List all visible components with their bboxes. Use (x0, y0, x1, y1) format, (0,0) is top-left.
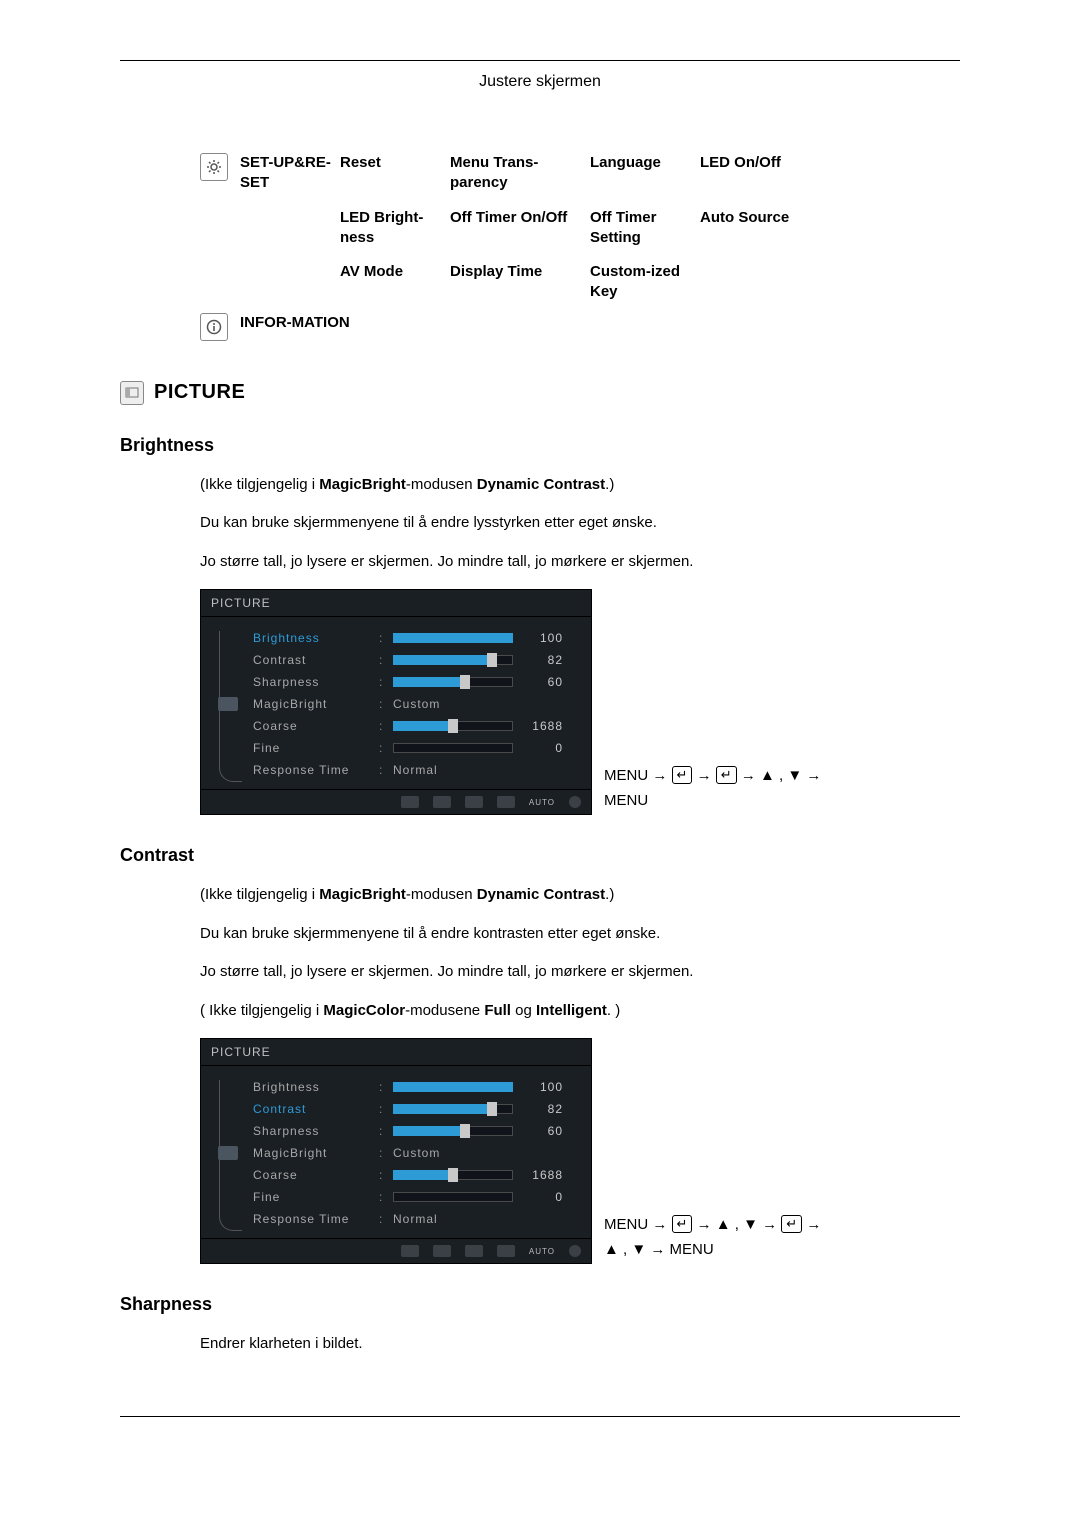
osd-item: Brightness:100 (253, 1076, 579, 1098)
setup-block: SET-UP&RE-SET Reset Menu Trans-parency L… (200, 153, 960, 303)
osd-item: Response Time:Normal (253, 1208, 579, 1230)
setup-cell: SET-UP&RE-SET (240, 153, 340, 194)
info-icon (200, 313, 228, 341)
osd-nav-icon (465, 796, 483, 808)
setup-cell: Menu Trans-parency (450, 153, 590, 194)
picture-section-title: PICTURE (154, 381, 245, 404)
osd-nav-icon (401, 796, 419, 808)
osd-power-icon (569, 1245, 581, 1257)
osd-footer-icons: AUTO (201, 789, 591, 814)
osd-nav-icon (497, 796, 515, 808)
setup-cell: Custom-ized Key (590, 262, 700, 303)
page: Justere skjermen SET-UP&RE-SET Reset Men… (0, 0, 1080, 1477)
bottom-rule (120, 1416, 960, 1417)
osd-power-icon (569, 796, 581, 808)
osd-item: Coarse:1688 (253, 715, 579, 737)
setup-cell (240, 208, 340, 249)
osd-category-icon (218, 697, 238, 711)
osd-title: PICTURE (201, 590, 591, 617)
contrast-heading: Contrast (120, 845, 960, 866)
sharpness-heading: Sharpness (120, 1294, 960, 1315)
setup-cell: Off Timer On/Off (450, 208, 590, 249)
page-title: Justere skjermen (120, 61, 960, 103)
setup-cell (700, 262, 820, 303)
osd-item: Coarse:1688 (253, 1164, 579, 1186)
osd-nav-icon (465, 1245, 483, 1257)
osd-nav-icon (497, 1245, 515, 1257)
setup-cell: LED On/Off (700, 153, 820, 194)
osd-item: Contrast:82 (253, 1098, 579, 1120)
sharpness-p1: Endrer klarheten i bildet. (200, 1333, 960, 1356)
brightness-osd-wrap: PICTURE Brightness:100Contrast:82Sharpne… (200, 589, 960, 815)
osd-side-icons (213, 1076, 243, 1230)
osd-item: Fine:0 (253, 737, 579, 759)
osd-panel-contrast: PICTURE Brightness:100Contrast:82Sharpne… (200, 1038, 592, 1264)
osd-item: MagicBright:Custom (253, 693, 579, 715)
setup-row-3: AV Mode Display Time Custom-ized Key (240, 262, 960, 303)
brightness-p2: Du kan bruke skjermmenyene til å endre l… (200, 512, 960, 535)
information-block: INFOR-MATION (200, 313, 960, 341)
osd-nav-icon (433, 796, 451, 808)
osd-item: Sharpness:60 (253, 671, 579, 693)
picture-heading-row: PICTURE (120, 381, 960, 405)
osd-item: Response Time:Normal (253, 759, 579, 781)
osd-item: Sharpness:60 (253, 1120, 579, 1142)
osd-category-icon (218, 1146, 238, 1160)
osd-nav-icon (433, 1245, 451, 1257)
contrast-note-1: (Ikke tilgjengelig i MagicBright-modusen… (200, 884, 960, 907)
brightness-nav-sequence: MENU → ↵ → ↵ → ▲ , ▼ → MENU (604, 765, 821, 815)
osd-list: Brightness:100Contrast:82Sharpness:60Mag… (253, 1076, 579, 1230)
setup-grid: SET-UP&RE-SET Reset Menu Trans-parency L… (240, 153, 960, 303)
osd-item: MagicBright:Custom (253, 1142, 579, 1164)
osd-title: PICTURE (201, 1039, 591, 1066)
picture-icon (120, 381, 144, 405)
brightness-p3: Jo større tall, jo lysere er skjermen. J… (200, 551, 960, 574)
information-label: INFOR-MATION (240, 313, 960, 341)
brightness-heading: Brightness (120, 435, 960, 456)
setup-row-1: SET-UP&RE-SET Reset Menu Trans-parency L… (240, 153, 960, 194)
osd-nav-icon (401, 1245, 419, 1257)
contrast-p3: Jo større tall, jo lysere er skjermen. J… (200, 961, 960, 984)
contrast-osd-wrap: PICTURE Brightness:100Contrast:82Sharpne… (200, 1038, 960, 1264)
setup-cell: LED Bright-ness (340, 208, 450, 249)
contrast-nav-sequence: MENU → ↵ → ▲ , ▼ → ↵ → ▲ , ▼ → MENU (604, 1214, 821, 1264)
contrast-p2: Du kan bruke skjermmenyene til å endre k… (200, 923, 960, 946)
contrast-note-2: ( Ikke tilgjengelig i MagicColor-modusen… (200, 1000, 960, 1023)
osd-panel-brightness: PICTURE Brightness:100Contrast:82Sharpne… (200, 589, 592, 815)
osd-auto-label: AUTO (529, 1245, 555, 1257)
osd-item: Fine:0 (253, 1186, 579, 1208)
setup-cell: Reset (340, 153, 450, 194)
setup-cell: Off Timer Setting (590, 208, 700, 249)
setup-cell: Auto Source (700, 208, 820, 249)
osd-item: Contrast:82 (253, 649, 579, 671)
setup-cell: AV Mode (340, 262, 450, 303)
brightness-note: (Ikke tilgjengelig i MagicBright-modusen… (200, 474, 960, 497)
setup-row-2: LED Bright-ness Off Timer On/Off Off Tim… (240, 208, 960, 249)
osd-item: Brightness:100 (253, 627, 579, 649)
osd-auto-label: AUTO (529, 796, 555, 808)
setup-cell: Display Time (450, 262, 590, 303)
setup-cell (240, 262, 340, 303)
osd-side-icons (213, 627, 243, 781)
osd-list: Brightness:100Contrast:82Sharpness:60Mag… (253, 627, 579, 781)
gear-icon (200, 153, 228, 181)
osd-footer-icons: AUTO (201, 1238, 591, 1263)
setup-cell: Language (590, 153, 700, 194)
